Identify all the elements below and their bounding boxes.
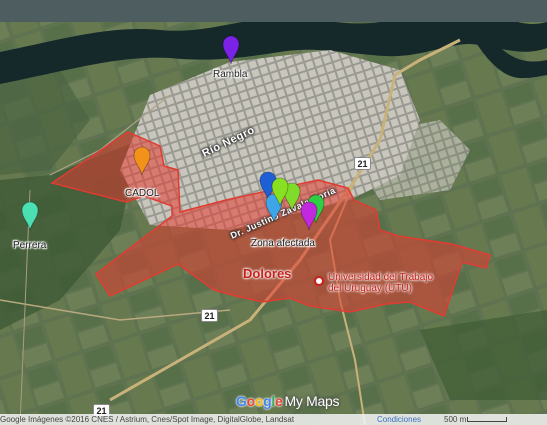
map-marker-pin[interactable] [222,35,240,65]
attribution-text: Google Imágenes ©2016 CNES / Astrium, Cn… [0,415,295,424]
map-marker-pin[interactable] [133,146,151,176]
route-shield: 21 [201,309,218,322]
map-marker-pin[interactable] [21,201,39,231]
attribution-bar: Google Imágenes ©2016 CNES / Astrium, Cn… [0,414,547,425]
terms-link[interactable]: Condiciones [377,414,421,425]
map-pin-icon [222,35,240,65]
map-marker-pin[interactable] [300,201,318,231]
route-shield: 21 [354,157,371,170]
map-pin-icon [271,177,289,207]
map-marker-pin[interactable] [271,177,289,207]
university-icon[interactable] [314,276,324,286]
map-canvas[interactable]: Río Negro Dr. Justino Zavala Soria Dolor… [0,0,547,425]
map-pin-icon [21,201,39,231]
map-pin-icon [133,146,151,176]
map-pin-icon [300,201,318,231]
scale-label: 500 m [444,415,467,424]
scale-bar [467,417,507,422]
google-my-maps-logo: Google My Maps [236,393,340,409]
